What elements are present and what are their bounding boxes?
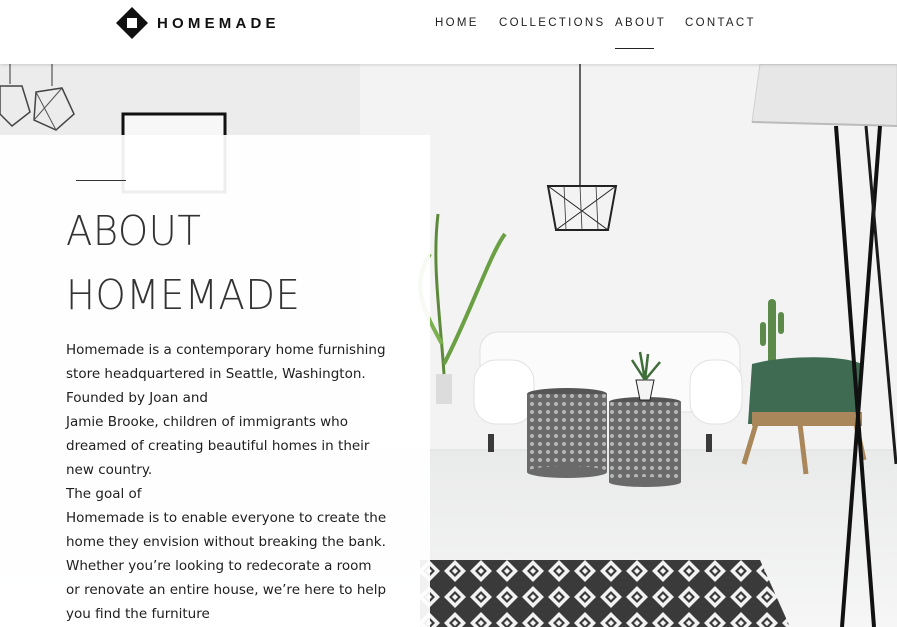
about-body-line: new country.: [66, 462, 153, 478]
nav-contact[interactable]: CONTACT: [685, 17, 756, 29]
about-body-line: Founded by Joan and: [66, 390, 209, 406]
about-body-line: Homemade is a contemporary home furnishi…: [66, 342, 386, 358]
nav-active-indicator: [615, 48, 654, 49]
about-body-line: store headquartered in Seattle, Washingt…: [66, 366, 366, 382]
about-body-line: Whether you’re looking to redecorate a r…: [66, 558, 372, 574]
about-title: ABOUT HOMEMADE: [66, 199, 300, 327]
nav-about[interactable]: ABOUT: [615, 17, 666, 29]
about-body-line: dreamed of creating beautiful homes in t…: [66, 438, 370, 454]
about-body-line: you find the furniture: [66, 606, 210, 622]
about-body-line: Jamie Brooke, children of immigrants who: [66, 414, 348, 430]
about-body-line: or renovate an entire house, we’re here …: [66, 582, 387, 598]
main-nav: HOME COLLECTIONS ABOUT CONTACT: [0, 17, 897, 37]
about-body-line: Homemade is to enable everyone to create…: [66, 510, 387, 526]
nav-collections[interactable]: COLLECTIONS: [499, 17, 605, 29]
about-body-line: home they envision without breaking the …: [66, 534, 386, 550]
about-body-line: The goal of: [66, 486, 142, 502]
title-rule: [76, 180, 126, 181]
about-panel: ABOUT HOMEMADE Homemade is a contemporar…: [0, 135, 430, 627]
site-header: HOMEMADE HOME COLLECTIONS ABOUT CONTACT: [0, 0, 897, 64]
about-title-line-1: ABOUT: [66, 207, 202, 255]
about-body: Homemade is a contemporary home furnishi…: [66, 338, 406, 626]
about-title-line-2: HOMEMADE: [66, 271, 301, 319]
nav-home[interactable]: HOME: [435, 17, 479, 29]
